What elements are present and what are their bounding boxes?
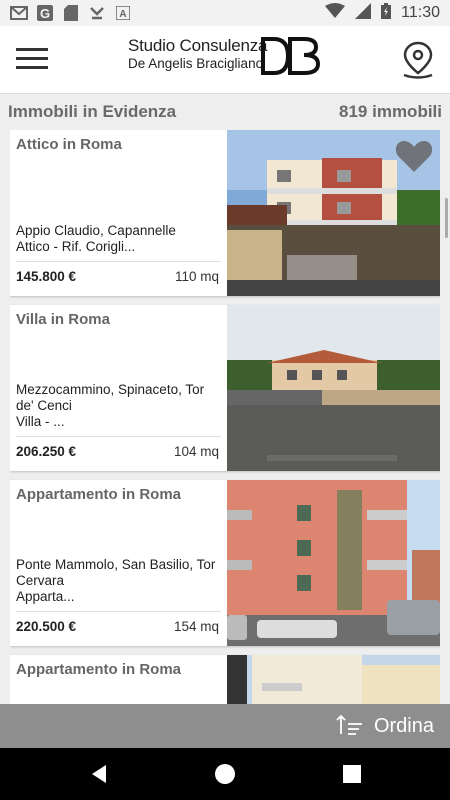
sort-label: Ordina	[373, 714, 434, 737]
menu-button[interactable]	[16, 48, 48, 72]
wifi-icon	[325, 2, 346, 24]
svg-text:G: G	[40, 6, 50, 21]
listing-address: Ponte Mammolo, San Basilio, Tor Cervara	[16, 557, 216, 588]
listing-title: Villa in Roma	[16, 311, 110, 328]
favorite-button[interactable]	[394, 138, 434, 174]
listing-info: Villa in Roma Mezzocammino, Spinaceto, T…	[10, 305, 227, 471]
logo-line1: Studio Consulenza	[128, 36, 268, 55]
listing-title: Attico in Roma	[16, 136, 122, 153]
listing-size: 104 mq	[173, 444, 219, 459]
divider	[16, 611, 221, 612]
battery-icon	[381, 2, 392, 24]
listing-description: Attico - Rif. Corigli...	[16, 239, 136, 254]
listing-price: 220.500 €	[16, 619, 77, 634]
listing-description: Villa - ...	[16, 414, 65, 429]
recents-icon	[343, 765, 361, 783]
listing-info: Attico in Roma Appio Claudio, Capannelle…	[10, 130, 227, 296]
download-icon	[88, 5, 106, 21]
listing-photo[interactable]	[227, 655, 440, 704]
hamburger-line	[16, 66, 48, 69]
bottom-bar: Ordina	[0, 704, 450, 748]
listing-price: 206.250 €	[16, 444, 77, 459]
back-button[interactable]	[88, 762, 112, 786]
a-icon: A	[114, 5, 132, 21]
logo-line2: De Angelis Bracigliano	[128, 56, 264, 71]
map-pin-button[interactable]	[400, 40, 436, 80]
listing-description: Apparta...	[16, 589, 75, 604]
listing-card[interactable]: Appartamento in Roma	[10, 655, 440, 704]
listing-address-block: Appio Claudio, Capannelle Attico - Rif. …	[16, 223, 221, 255]
company-logo[interactable]: Studio Consulenza De Angelis Bracigliano	[128, 36, 323, 84]
hamburger-line	[16, 57, 48, 60]
logo-db-mark	[261, 37, 321, 75]
sort-icon	[336, 714, 362, 735]
listing-info: Appartamento in Roma Ponte Mammolo, San …	[10, 480, 227, 646]
google-icon: G	[36, 5, 54, 21]
listing-address-block: Mezzocammino, Spinaceto, Tor de' Cenci V…	[16, 382, 221, 430]
listing-photo[interactable]	[227, 305, 440, 471]
listing-address-block: Ponte Mammolo, San Basilio, Tor Cervara …	[16, 557, 221, 605]
listing-size: 154 mq	[173, 619, 219, 634]
results-count: 819 immobili	[339, 102, 442, 121]
home-button[interactable]	[213, 762, 237, 786]
sort-button[interactable]: Ordina	[336, 710, 434, 742]
sd-card-icon	[62, 5, 80, 21]
listing-price: 145.800 €	[16, 269, 77, 284]
divider	[16, 436, 221, 437]
listing-card[interactable]: Villa in Roma Mezzocammino, Spinaceto, T…	[10, 305, 440, 471]
listing-size: 110 mq	[174, 269, 219, 284]
signal-icon	[355, 2, 372, 24]
listing-photo[interactable]	[227, 480, 440, 646]
listing-info: Appartamento in Roma	[10, 655, 227, 704]
listing-title: Appartamento in Roma	[16, 661, 182, 678]
listings-list[interactable]: Attico in Roma Appio Claudio, Capannelle…	[10, 130, 440, 704]
svg-text:A: A	[119, 9, 126, 20]
hamburger-icon	[16, 48, 48, 51]
map-pin-icon	[403, 41, 433, 79]
listing-address: Appio Claudio, Capannelle	[16, 223, 176, 238]
gmail-icon	[10, 5, 28, 21]
list-title: Immobili in Evidenza	[8, 102, 177, 121]
divider	[16, 261, 221, 262]
list-header: Immobili in Evidenza 819 immobili	[8, 100, 442, 124]
home-icon	[215, 764, 235, 784]
app-bar: Studio Consulenza De Angelis Bracigliano	[0, 26, 450, 94]
system-nav-bar	[0, 748, 450, 800]
listing-address: Mezzocammino, Spinaceto, Tor de' Cenci	[16, 382, 205, 413]
listing-card[interactable]: Attico in Roma Appio Claudio, Capannelle…	[10, 130, 440, 296]
listing-title: Appartamento in Roma	[16, 486, 182, 503]
back-icon	[92, 765, 106, 783]
listing-card[interactable]: Appartamento in Roma Ponte Mammolo, San …	[10, 480, 440, 646]
recents-button[interactable]	[340, 762, 364, 786]
clock-time: 11:30	[401, 4, 440, 21]
scrollbar[interactable]	[445, 198, 448, 238]
heart-icon	[395, 141, 433, 172]
status-bar: G A 11:30	[0, 0, 450, 26]
listing-photo[interactable]	[227, 130, 440, 296]
